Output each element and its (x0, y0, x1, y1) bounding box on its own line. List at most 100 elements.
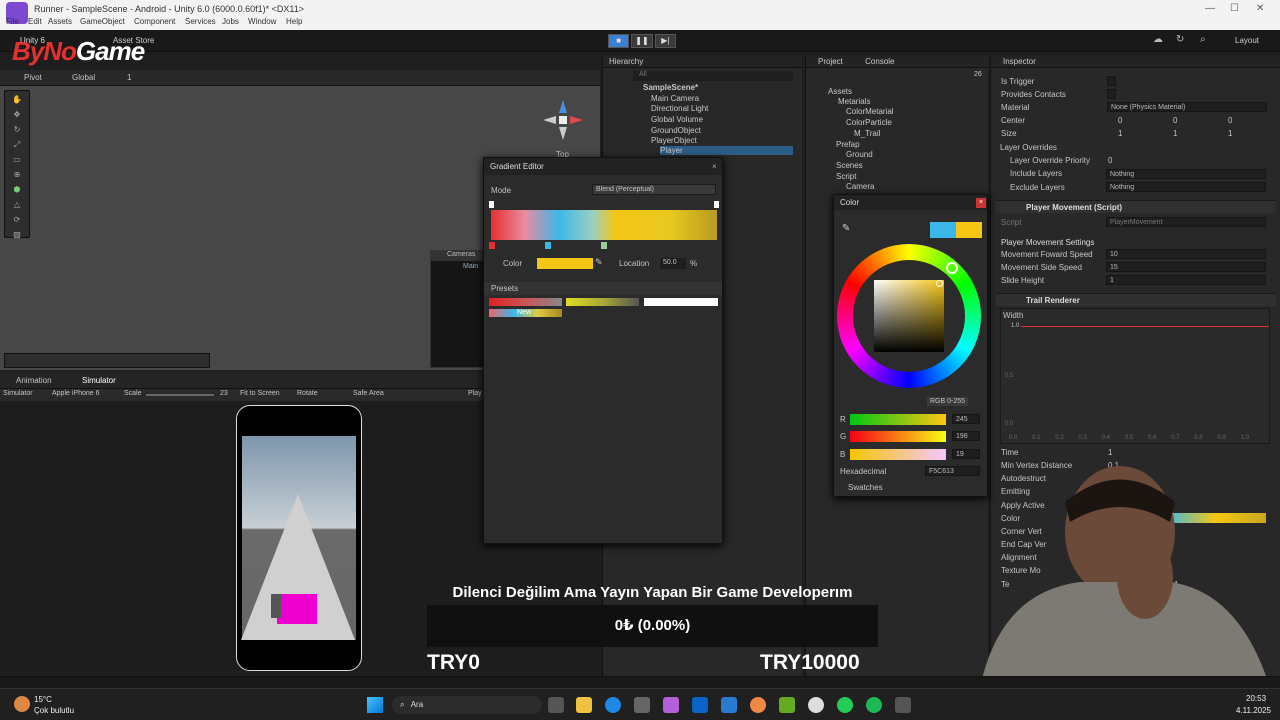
b-slider[interactable] (850, 449, 946, 460)
safe-area-button[interactable]: Safe Area (353, 390, 384, 397)
scale-slider[interactable] (146, 394, 214, 396)
tab-project[interactable]: Project (818, 57, 843, 66)
is-trigger-checkbox[interactable] (1107, 76, 1116, 86)
time-value[interactable]: 1 (1108, 448, 1112, 457)
size-z[interactable]: 1 (1228, 129, 1232, 138)
size-y[interactable]: 1 (1173, 129, 1177, 138)
hand-tool-icon[interactable]: ✋ (7, 93, 27, 106)
preset-yellow[interactable] (566, 298, 639, 306)
tree-item[interactable]: M_Trail (854, 129, 880, 138)
b-field[interactable]: 19 (952, 449, 980, 459)
side-speed-field[interactable]: 15 (1106, 262, 1266, 272)
tree-item[interactable]: Assets (828, 87, 852, 96)
color-mode-dropdown[interactable]: RGB 0-255 (927, 397, 969, 406)
tool-9-icon[interactable]: ▨ (7, 228, 27, 241)
edge-icon[interactable] (605, 697, 621, 713)
global-dropdown[interactable]: Global (72, 73, 95, 82)
g-field[interactable]: 198 (952, 431, 980, 441)
github-icon[interactable] (808, 697, 824, 713)
tree-item[interactable]: Prefap (836, 140, 860, 149)
layer-priority-value[interactable]: 0 (1108, 156, 1112, 165)
alpha-key-right[interactable] (714, 201, 719, 208)
menu-edit[interactable]: Edit (28, 17, 42, 26)
tree-item[interactable]: PlayerObject (651, 136, 697, 145)
spotify-icon[interactable] (866, 697, 882, 713)
mode-dropdown[interactable]: Blend (Perceptual) (592, 184, 716, 195)
tree-item[interactable]: Directional Light (651, 104, 708, 113)
tree-item[interactable]: Camera (846, 182, 874, 191)
move-tool-icon[interactable]: ✥ (7, 108, 27, 121)
history-icon[interactable]: ↻ (1176, 34, 1184, 45)
preset-red[interactable] (489, 298, 562, 306)
menu-window[interactable]: Window (248, 17, 276, 26)
simulator-dropdown[interactable]: Simulator (3, 390, 33, 397)
menu-assets[interactable]: Assets (48, 17, 72, 26)
center-x[interactable]: 0 (1118, 116, 1122, 125)
center-y[interactable]: 0 (1173, 116, 1177, 125)
scale-tool-icon[interactable]: ⤢ (7, 138, 27, 151)
gradient-preview[interactable] (491, 210, 717, 240)
preset-new[interactable]: New (489, 309, 562, 317)
rotate-button[interactable]: Rotate (297, 390, 318, 397)
scene-gizmo[interactable] (538, 95, 588, 155)
color-swatch-field[interactable] (537, 258, 593, 269)
rotate-tool-icon[interactable]: ↻ (7, 123, 27, 136)
pause-button[interactable]: ❚❚ (631, 34, 653, 48)
layout-dropdown[interactable]: Layout (1235, 36, 1259, 45)
tree-item[interactable]: ColorMetarial (846, 107, 894, 116)
start-icon[interactable] (367, 697, 383, 713)
tree-item[interactable]: GroundObject (651, 126, 701, 135)
task-view-icon[interactable] (548, 697, 564, 713)
tree-item[interactable]: Player (660, 146, 793, 155)
unity-icon[interactable] (895, 697, 911, 713)
tree-item[interactable]: ColorParticle (846, 118, 892, 127)
eyedropper-icon[interactable]: ✎ (842, 223, 850, 234)
menu-services[interactable]: Services (185, 17, 216, 26)
menu-file[interactable]: File (6, 17, 19, 26)
play-button[interactable]: ■ (608, 34, 630, 48)
gradient-close-icon[interactable]: × (712, 162, 717, 171)
scene-overlay-toolbar[interactable] (4, 353, 210, 368)
tool-7-icon[interactable]: △ (7, 198, 27, 211)
tool-8-icon[interactable]: ⟳ (7, 213, 27, 226)
close-icon[interactable]: ✕ (1256, 3, 1264, 14)
maximize-icon[interactable]: ☐ (1230, 3, 1239, 14)
alpha-key-left[interactable] (489, 201, 494, 208)
tree-item[interactable]: Ground (846, 150, 873, 159)
swatches-foldout[interactable]: Swatches (848, 483, 883, 492)
tab-console[interactable]: Console (865, 57, 894, 66)
trail-renderer-section[interactable]: Trail Renderer (996, 293, 1276, 306)
device-dropdown[interactable]: Apple iPhone 6 (52, 390, 99, 397)
layer-overrides-foldout[interactable]: Layer Overrides (1000, 143, 1057, 152)
provides-contacts-checkbox[interactable] (1107, 89, 1116, 99)
chrome-icon[interactable] (750, 697, 766, 713)
menu-jobs[interactable]: Jobs (222, 17, 239, 26)
color-key-red[interactable] (489, 242, 495, 249)
fit-to-screen-button[interactable]: Fit to Screen (240, 390, 280, 397)
vscode-icon[interactable] (721, 697, 737, 713)
tree-item[interactable]: Scenes (836, 161, 863, 170)
hue-cursor[interactable] (946, 262, 958, 274)
location-field[interactable]: 50.0 (660, 258, 686, 269)
slide-height-field[interactable]: 1 (1106, 275, 1266, 285)
file-explorer-icon[interactable] (576, 697, 592, 713)
tree-item[interactable]: Script (836, 172, 856, 181)
copilot-icon[interactable] (663, 697, 679, 713)
r-field[interactable]: 245 (952, 414, 980, 424)
rect-tool-icon[interactable]: ▭ (7, 153, 27, 166)
pivot-dropdown[interactable]: Pivot (24, 73, 42, 82)
store-icon[interactable] (634, 697, 650, 713)
tree-item[interactable]: SampleScene* (643, 83, 698, 92)
inspector-tab[interactable]: Inspector (991, 55, 1280, 68)
tab-animation[interactable]: Animation (16, 376, 52, 385)
color-key-blue[interactable] (545, 242, 551, 249)
step-button[interactable]: ▶| (654, 34, 676, 48)
tree-item[interactable]: Metarials (838, 97, 870, 106)
width-curve-editor[interactable]: Width 1.0 0.0 0.1 0.2 0.3 0.4 0.5 0.6 0.… (1000, 308, 1270, 444)
cloud-icon[interactable]: ☁ (1153, 34, 1163, 45)
tab-simulator[interactable]: Simulator (82, 376, 116, 385)
hierarchy-tab[interactable]: Hierarchy (603, 55, 802, 68)
grid-snap-value[interactable]: 1 (127, 73, 131, 82)
forward-speed-field[interactable]: 10 (1106, 249, 1266, 259)
eyedropper-icon[interactable]: ✎ (595, 257, 603, 268)
